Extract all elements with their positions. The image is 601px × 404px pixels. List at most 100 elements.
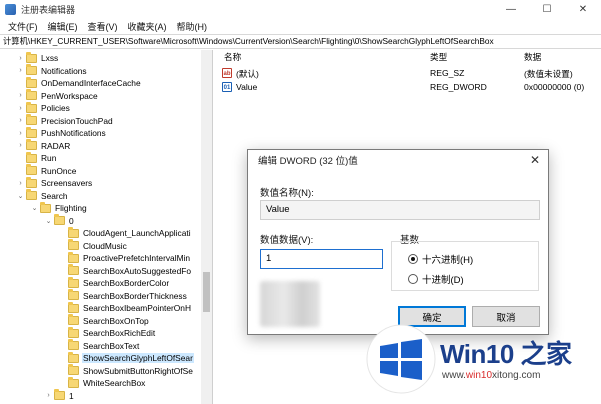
value-name: Value xyxy=(236,82,258,92)
folder-icon xyxy=(26,89,37,101)
tree-node-label: SearchBoxOnTop xyxy=(83,315,149,326)
radio-hex[interactable]: 十六进制(H) xyxy=(408,252,473,266)
folder-icon xyxy=(26,189,37,201)
tree-node[interactable]: SearchBoxRichEdit xyxy=(58,326,156,340)
tree-node[interactable]: WhiteSearchBox xyxy=(58,376,146,390)
column-header-data[interactable]: 数据 xyxy=(524,51,541,63)
tree-node[interactable]: RunOnce xyxy=(16,164,77,178)
tree-scrollbar[interactable] xyxy=(201,50,212,404)
tree-node[interactable]: › PenWorkspace xyxy=(16,89,99,103)
tree-node[interactable]: › Policies xyxy=(16,101,71,115)
value-row-default[interactable]: ab (默认) REG_SZ (数值未设置) xyxy=(214,66,601,80)
folder-icon xyxy=(26,126,37,138)
folder-icon xyxy=(26,101,37,113)
chevron-right-icon[interactable]: › xyxy=(16,180,25,187)
chevron-right-icon[interactable]: › xyxy=(16,67,25,74)
column-header-type[interactable]: 类型 xyxy=(430,51,447,63)
tree-node-label: SearchBoxText xyxy=(83,340,140,351)
tree-node[interactable]: ⌄ Flighting xyxy=(30,201,88,215)
menu-bar: 文件(F) 编辑(E) 查看(V) 收藏夹(A) 帮助(H) xyxy=(0,18,601,34)
tree-node[interactable]: SearchBoxBorderColor xyxy=(58,276,170,290)
tree-node[interactable]: SearchBoxText xyxy=(58,339,140,353)
chevron-down-icon[interactable]: ⌄ xyxy=(30,204,39,212)
tree-node[interactable]: ⌄ Search xyxy=(16,189,69,203)
folder-icon xyxy=(68,314,79,326)
tree-node[interactable]: CloudAgent_LaunchApplicati xyxy=(58,226,192,240)
tree-node-label: CloudAgent_LaunchApplicati xyxy=(83,228,191,239)
menu-view[interactable]: 查看(V) xyxy=(83,20,123,33)
radio-decimal[interactable]: 十进制(D) xyxy=(408,272,464,286)
value-type: REG_DWORD xyxy=(430,82,487,92)
tree-node[interactable]: › Screensavers xyxy=(16,176,93,190)
win10-watermark: Win10 之家 www.win10xitong.com xyxy=(366,318,598,402)
tree-node[interactable]: SearchBoxBorderThickness xyxy=(58,289,188,303)
tree-node[interactable]: CloudMusic xyxy=(58,239,128,253)
radio-hex-indicator[interactable] xyxy=(408,254,418,264)
chevron-right-icon[interactable]: › xyxy=(16,142,25,149)
folder-icon xyxy=(54,214,65,226)
blurred-region xyxy=(260,281,320,327)
title-bar: 注册表编辑器 — ☐ ✕ xyxy=(0,0,601,18)
chevron-down-icon[interactable]: ⌄ xyxy=(16,192,25,200)
folder-icon xyxy=(26,139,37,151)
folder-icon xyxy=(68,351,79,363)
folder-icon xyxy=(68,339,79,351)
folder-icon xyxy=(26,164,37,176)
tree-node[interactable]: › PushNotifications xyxy=(16,126,107,140)
tree-node[interactable]: ProactivePrefetchIntervalMin xyxy=(58,251,191,265)
value-data: (数值未设置) xyxy=(524,69,573,79)
radio-decimal-indicator[interactable] xyxy=(408,274,418,284)
tree-node-label: SearchBoxRichEdit xyxy=(83,328,156,339)
menu-help[interactable]: 帮助(H) xyxy=(172,20,213,33)
chevron-right-icon[interactable]: › xyxy=(16,117,25,124)
folder-icon xyxy=(68,301,79,313)
chevron-right-icon[interactable]: › xyxy=(16,92,25,99)
chevron-right-icon[interactable]: › xyxy=(16,55,25,62)
tree-node[interactable]: SearchBoxAutoSuggestedFo xyxy=(58,264,192,278)
tree-node[interactable]: › PrecisionTouchPad xyxy=(16,114,114,128)
dialog-close-button[interactable]: ✕ xyxy=(530,153,540,167)
value-row-value[interactable]: 01 Value REG_DWORD 0x00000000 (0) xyxy=(214,80,601,94)
column-header-name[interactable]: 名称 xyxy=(224,51,241,63)
tree-node[interactable]: ShowSearchGlyphLeftOfSear xyxy=(58,351,194,365)
menu-favorites[interactable]: 收藏夹(A) xyxy=(123,20,172,33)
tree-node[interactable]: ⌄ 0 xyxy=(44,214,75,228)
tree-node[interactable]: › 1 xyxy=(44,389,75,403)
tree-node[interactable]: Run xyxy=(16,151,57,165)
minimize-button[interactable]: — xyxy=(493,0,529,18)
values-list-header: 名称 类型 数据 xyxy=(214,50,601,64)
tree-node[interactable]: ShowSubmitButtonRightOfSe xyxy=(58,364,194,378)
close-window-button[interactable]: ✕ xyxy=(565,0,601,18)
folder-icon xyxy=(68,376,79,388)
maximize-button[interactable]: ☐ xyxy=(529,0,565,18)
windows-logo-icon xyxy=(366,324,436,394)
chevron-right-icon[interactable]: › xyxy=(44,392,53,399)
menu-file[interactable]: 文件(F) xyxy=(3,20,43,33)
value-data: 0x00000000 (0) xyxy=(524,82,585,92)
registry-tree: › Lxss › Notifications OnDemandInterfaceCach… xyxy=(0,50,213,404)
tree-node-label: Run xyxy=(41,153,57,164)
folder-icon xyxy=(68,226,79,238)
address-bar[interactable]: 计算机\HKEY_CURRENT_USER\Software\Microsoft… xyxy=(0,34,601,49)
value-name-field: Value xyxy=(260,200,540,220)
tree-node[interactable]: › Notifications xyxy=(16,64,88,78)
tree-node-label: Screensavers xyxy=(41,178,93,189)
tree-scrollbar-thumb[interactable] xyxy=(203,272,210,312)
tree-node[interactable]: › Lxss xyxy=(16,51,59,65)
tree-node-label: SearchBoxIbeamPointerOnH xyxy=(83,303,191,314)
chevron-right-icon[interactable]: › xyxy=(16,130,25,137)
folder-icon xyxy=(68,251,79,263)
watermark-url: www.win10xitong.com xyxy=(442,370,541,381)
chevron-right-icon[interactable]: › xyxy=(16,105,25,112)
tree-node[interactable]: OnDemandInterfaceCache xyxy=(16,76,142,90)
chevron-down-icon[interactable]: ⌄ xyxy=(44,217,53,225)
tree-node[interactable]: SearchBoxIbeamPointerOnH xyxy=(58,301,192,315)
folder-icon xyxy=(26,64,37,76)
folder-icon xyxy=(26,76,37,88)
value-data-input[interactable]: 1 xyxy=(260,249,383,269)
tree-node[interactable]: SearchBoxOnTop xyxy=(58,314,150,328)
base-group: 十六进制(H) 十进制(D) xyxy=(391,241,539,291)
menu-edit[interactable]: 编辑(E) xyxy=(43,20,83,33)
tree-node[interactable]: › RADAR xyxy=(16,139,71,153)
dialog-title: 编辑 DWORD (32 位)值 xyxy=(258,156,358,167)
